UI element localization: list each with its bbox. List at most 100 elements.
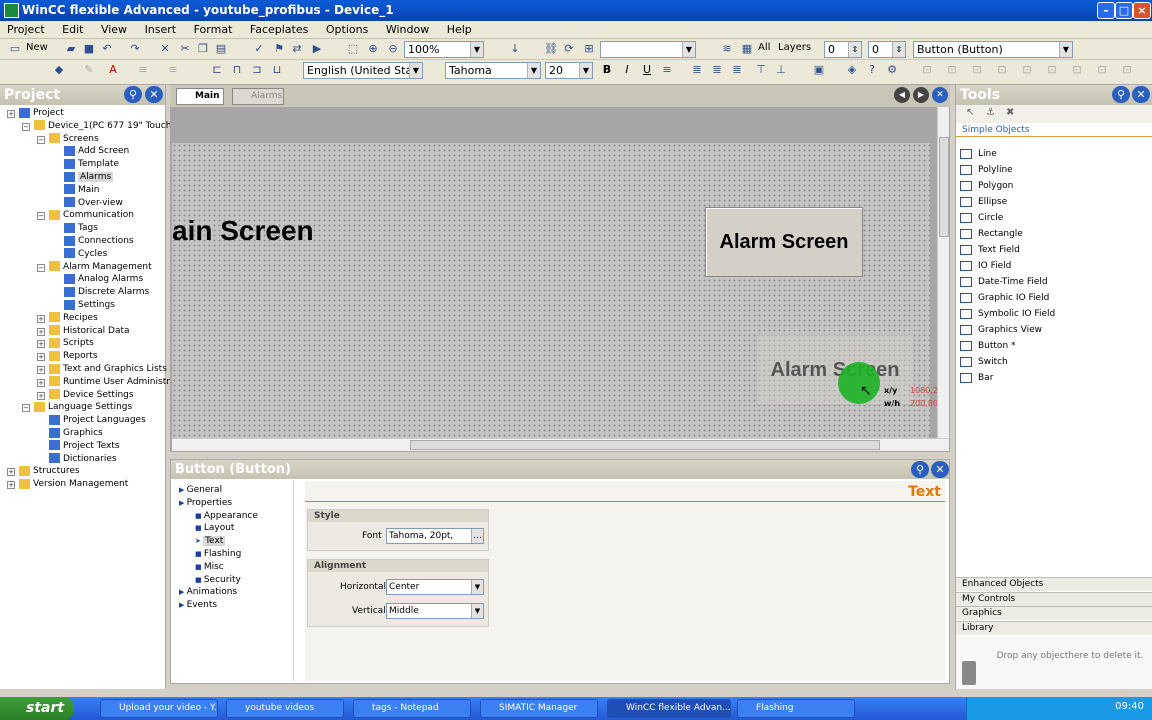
language-select[interactable]: English (United States) ▼ <box>303 62 423 79</box>
close-icon[interactable]: ✕ <box>145 86 163 103</box>
tool-item[interactable]: Date-Time Field <box>960 275 1048 289</box>
scroll-left-icon[interactable]: ◀ <box>894 87 910 103</box>
tree-item[interactable]: Historical Data <box>49 325 130 338</box>
menu-help[interactable]: Help <box>440 21 479 39</box>
close-button[interactable]: × <box>1133 2 1151 19</box>
text-middle-icon[interactable]: ⊥ <box>774 63 788 77</box>
bold-button[interactable]: B <box>600 63 614 77</box>
tree-item[interactable]: Language Settings <box>34 401 132 414</box>
tree-item[interactable]: Alarm Management <box>49 261 152 274</box>
zoom-out-icon[interactable]: ⊖ <box>386 42 400 56</box>
zoom-select[interactable]: 100% ▼ <box>404 41 484 58</box>
arrow-down-icon[interactable]: ↓ <box>508 42 522 56</box>
screen-canvas[interactable]: ain Screen Alarm Screen Alarm Screen ↖ x… <box>172 143 948 438</box>
maximize-button[interactable]: □ <box>1115 2 1133 19</box>
properties-nav-item[interactable]: ▶ Properties <box>179 498 232 508</box>
underline-button[interactable]: U <box>640 63 654 77</box>
library-icon[interactable]: ◈ <box>845 63 859 77</box>
cut-icon[interactable]: ✂ <box>178 42 192 56</box>
scroll-right-icon[interactable]: ▶ <box>913 87 929 103</box>
tree-item[interactable]: Tags <box>64 222 98 235</box>
pointer-icon[interactable]: ↖ <box>966 107 974 118</box>
properties-nav-item[interactable]: ■ Appearance <box>195 511 258 521</box>
menu-format[interactable]: Format <box>187 21 240 39</box>
menu-insert[interactable]: Insert <box>138 21 184 39</box>
expand-toggle-icon[interactable]: + <box>37 314 45 323</box>
tool-item[interactable]: Bar <box>960 371 993 385</box>
order-icon[interactable]: ⊡ <box>1070 63 1084 77</box>
expand-toggle-icon[interactable]: − <box>37 135 45 144</box>
properties-nav-item[interactable]: ■ Flashing <box>195 549 241 559</box>
tree-item[interactable]: Reports <box>49 350 98 363</box>
task-upload-video[interactable]: Upload your video - Y... <box>100 699 218 718</box>
expand-toggle-icon[interactable]: + <box>7 481 15 490</box>
task-wincc-flexible[interactable]: WinCC flexible Advan... <box>607 699 731 718</box>
tools-section[interactable]: Enhanced Objects <box>956 577 1152 591</box>
tree-item[interactable]: Over-view <box>64 197 123 210</box>
menu-edit[interactable]: Edit <box>55 21 90 39</box>
select-icon[interactable]: ⬚ <box>346 42 360 56</box>
open-icon[interactable]: ▰ <box>64 42 78 56</box>
help-icon[interactable]: ? <box>865 63 879 77</box>
simple-objects-header[interactable]: Simple Objects <box>956 123 1152 137</box>
tree-item[interactable]: Text and Graphics Lists <box>49 363 167 376</box>
flip-icon[interactable]: ⊡ <box>1120 63 1134 77</box>
expand-toggle-icon[interactable]: + <box>37 327 45 336</box>
tree-item[interactable]: Device_1(PC 677 19" Touch) <box>34 120 175 133</box>
close-icon[interactable]: ✕ <box>931 461 949 478</box>
align-left-icon[interactable]: ⊏ <box>210 63 224 77</box>
same-width-icon[interactable]: ⊡ <box>970 63 984 77</box>
expand-toggle-icon[interactable]: + <box>37 391 45 400</box>
tree-item[interactable]: Template <box>64 158 119 171</box>
tree-item[interactable]: Connections <box>64 235 134 248</box>
tool-item[interactable]: Switch <box>960 355 1008 369</box>
line-style-icon[interactable]: ≡ <box>136 63 150 77</box>
tree-item[interactable]: Settings <box>64 299 115 312</box>
group-icon[interactable]: ▣ <box>812 63 826 77</box>
expand-toggle-icon[interactable]: + <box>37 366 45 374</box>
expand-toggle-icon[interactable]: + <box>7 110 15 118</box>
properties-nav-item[interactable]: ▶ General <box>179 485 222 495</box>
text-center-icon[interactable]: ≣ <box>710 63 724 77</box>
tree-item[interactable]: Discrete Alarms <box>64 286 149 299</box>
layer-stepper-a[interactable]: 0 ⇕ <box>824 41 862 58</box>
distribute-icon[interactable]: ⊡ <box>945 63 959 77</box>
zoom-in-icon[interactable]: ⊕ <box>366 42 380 56</box>
link-icon[interactable]: ⛓ <box>544 42 558 56</box>
tree-item[interactable]: Structures <box>19 465 80 478</box>
settings-icon[interactable]: ⚙ <box>885 63 899 77</box>
task-simatic-manager[interactable]: SIMATIC Manager <box>480 699 598 718</box>
menu-project[interactable]: Project <box>0 21 52 39</box>
expand-toggle-icon[interactable]: − <box>37 263 45 272</box>
text-top-icon[interactable]: ⊤ <box>754 63 768 77</box>
menu-faceplates[interactable]: Faceplates <box>243 21 315 39</box>
tree-icon[interactable]: ⊞ <box>582 42 596 56</box>
space-icon[interactable]: ⊡ <box>1045 63 1059 77</box>
expand-toggle-icon[interactable]: + <box>7 468 15 477</box>
task-youtube-videos[interactable]: youtube videos <box>226 699 344 718</box>
tab-alarms[interactable]: Alarms <box>232 88 284 105</box>
font-field[interactable]: Tahoma, 20pt, style= … <box>386 528 484 544</box>
vertical-scrollbar[interactable] <box>937 107 949 438</box>
start-button[interactable]: start <box>0 697 74 720</box>
task-flashing[interactable]: Flashing <box>737 699 855 718</box>
horizontal-scrollbar[interactable] <box>172 438 949 451</box>
task-notepad[interactable]: tags - Notepad <box>353 699 471 718</box>
layer-stepper-b[interactable]: 0 ⇕ <box>868 41 906 58</box>
pin-icon[interactable]: ⚲ <box>124 86 142 103</box>
tool-item[interactable]: Ellipse <box>960 195 1007 209</box>
pin-icon[interactable]: ⚲ <box>911 461 929 478</box>
tree-item[interactable]: Scripts <box>49 337 94 350</box>
runtime-icon[interactable]: ▶ <box>310 42 324 56</box>
layer-view-icon[interactable]: ▦ <box>740 42 754 56</box>
tools-section[interactable]: My Controls <box>956 591 1152 606</box>
tool-item[interactable]: IO Field <box>960 259 1011 273</box>
tool-item[interactable]: Polyline <box>960 163 1013 177</box>
expand-toggle-icon[interactable]: + <box>37 340 45 349</box>
object-select[interactable]: Button (Button) ▼ <box>913 41 1073 58</box>
line-width-icon[interactable]: ≡ <box>166 63 180 77</box>
compile-icon[interactable]: ⚑ <box>272 42 286 56</box>
text-right-icon[interactable]: ≣ <box>730 63 744 77</box>
tools-section[interactable]: Graphics <box>956 606 1152 620</box>
tree-item[interactable]: Analog Alarms <box>64 273 143 286</box>
